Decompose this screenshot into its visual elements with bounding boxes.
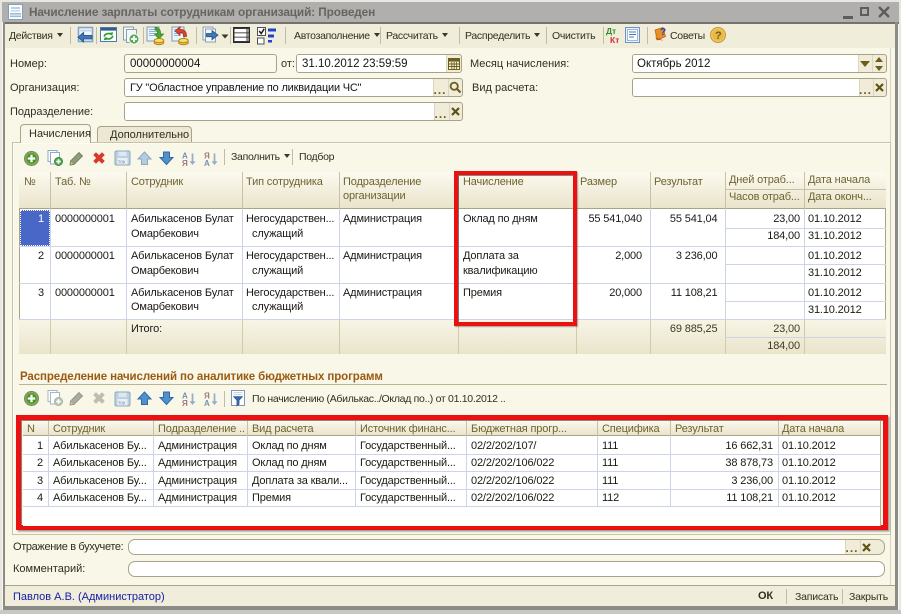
svg-text:Кт: Кт (610, 35, 619, 45)
svg-text:ток: ток (118, 160, 126, 166)
svg-text:ток: ток (118, 401, 126, 407)
svg-text:А: А (204, 159, 210, 168)
svg-text:?: ? (715, 30, 722, 42)
svg-text:?: ? (660, 27, 666, 38)
svg-text:Я: Я (182, 159, 188, 168)
svg-text:Я: Я (182, 399, 188, 408)
svg-text:А: А (204, 399, 210, 408)
